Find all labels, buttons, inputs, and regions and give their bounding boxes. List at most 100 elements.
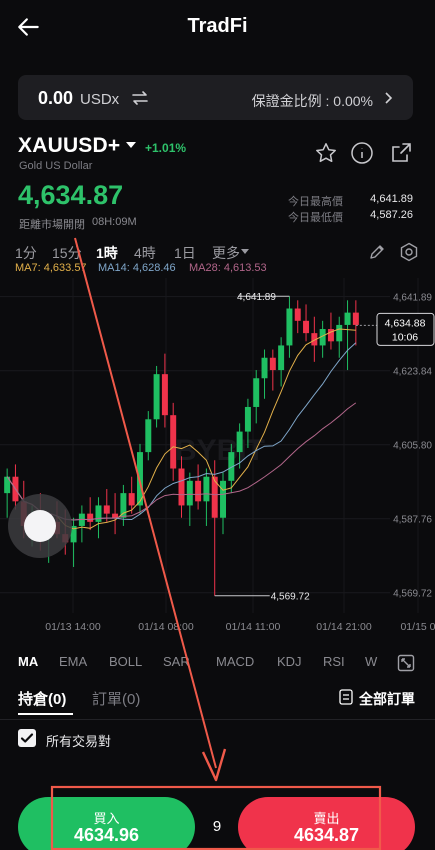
candle-body	[294, 308, 301, 321]
x-tick-label: 01/14 08:00	[138, 621, 194, 633]
symbol-change: +1.01%	[145, 141, 187, 155]
candle-body	[220, 480, 227, 518]
low-marker-label: 4,569.72	[271, 592, 310, 603]
floating-assist-inner	[24, 510, 56, 542]
annotation-arrowhead	[201, 748, 227, 782]
candle-body	[195, 480, 202, 502]
info-icon[interactable]	[350, 141, 374, 165]
swap-icon[interactable]	[130, 88, 150, 108]
candle-body	[103, 505, 110, 514]
timeframe-1h[interactable]: 1時	[96, 243, 118, 263]
candle-body	[186, 480, 193, 506]
y-tick-label: 4,605.80	[393, 441, 432, 452]
star-icon[interactable]	[314, 141, 338, 165]
day-low-label: 今日最低價	[288, 212, 343, 224]
candle-body	[269, 357, 276, 371]
x-tick-label: 01/15 0	[400, 621, 435, 633]
symbol-name[interactable]: XAUUSD+	[18, 134, 120, 158]
ma14-legend: MA14: 4,628.46	[98, 262, 176, 274]
candle-body	[244, 406, 251, 432]
timeframe-1d[interactable]: 1日	[174, 243, 196, 263]
symbol-subtitle: Gold US Dollar	[19, 160, 93, 172]
candle-body	[278, 345, 285, 371]
current-price-label: 4,634.88	[385, 317, 426, 329]
high-marker-label: 4,641.89	[237, 292, 276, 303]
candle-body	[145, 419, 152, 453]
page-title: TradFi	[187, 15, 248, 37]
indicator-ema[interactable]: EMA	[59, 654, 87, 669]
candle-body	[128, 493, 135, 506]
candle-body	[120, 493, 127, 518]
candle-body	[236, 431, 243, 453]
day-high-label: 今日最高價	[288, 196, 343, 208]
x-tick-label: 01/13 14:00	[45, 621, 101, 633]
candle-body	[178, 468, 185, 506]
candle-body	[261, 357, 268, 379]
timeframe-1m[interactable]: 1分	[15, 243, 37, 263]
indicator-macd[interactable]: MACD	[216, 654, 254, 669]
y-tick-label: 4,587.76	[393, 515, 432, 526]
indicator-sar[interactable]: SAR	[163, 654, 190, 669]
account-balance-bar[interactable]: 0.00 USDx 保證金比例 : 0.00%	[18, 75, 413, 120]
expand-icon[interactable]	[397, 654, 415, 672]
more-caret-icon	[241, 249, 249, 254]
checkmark-icon	[20, 733, 34, 743]
day-low-value: 4,587.26	[370, 209, 413, 221]
x-tick-label: 01/14 11:00	[226, 621, 281, 633]
sell-price: 4634.87	[293, 825, 360, 845]
candle-body	[336, 324, 343, 342]
chevron-right-icon[interactable]	[383, 90, 395, 106]
all-orders-link[interactable]: 全部訂單	[359, 689, 415, 709]
lot-size[interactable]: 9	[196, 818, 238, 835]
candle-body	[286, 308, 293, 346]
settings-icon[interactable]	[399, 242, 419, 262]
timeframe-4h[interactable]: 4時	[134, 243, 156, 263]
price-chart[interactable]: 4,641.89 4,623.84 4,605.80 4,587.76 4,569.72…	[0, 278, 435, 638]
ma7-legend: MA7: 4,633.57	[15, 262, 87, 274]
timeframe-more[interactable]: 更多	[212, 243, 240, 263]
balance-amount: 0.00	[38, 88, 74, 108]
market-status-label: 距離市場開閉	[19, 219, 85, 231]
indicator-kdj[interactable]: KDJ	[277, 654, 302, 669]
indicator-rsi[interactable]: RSI	[323, 654, 345, 669]
buy-button[interactable]: 買入 4634.96	[18, 797, 195, 850]
header: TradFi	[0, 0, 435, 60]
current-time-label: 10:06	[392, 331, 418, 343]
ma28-legend: MA28: 4,613.53	[189, 262, 267, 274]
candle-body	[344, 312, 351, 325]
x-tick-label: 01/14 21:00	[316, 621, 372, 633]
timeframe-15m[interactable]: 15分	[52, 243, 82, 263]
balance-unit: USDx	[80, 91, 120, 108]
last-price: 4,634.87	[18, 180, 124, 210]
tab-underline	[18, 713, 73, 715]
all-pairs-label: 所有交易對	[46, 734, 112, 749]
sell-button[interactable]: 賣出 4634.87	[238, 797, 415, 850]
indicator-boll[interactable]: BOLL	[109, 654, 142, 669]
candle-body	[170, 415, 177, 469]
margin-ratio-label: 保證金比例 : 0.00%	[251, 93, 373, 109]
market-countdown: 08H:09M	[92, 216, 137, 228]
tab-positions[interactable]: 持倉(0)	[18, 688, 66, 709]
share-icon[interactable]	[389, 141, 413, 165]
watermark: BYBIT	[175, 434, 265, 467]
candle-body	[203, 476, 210, 502]
tab-orders[interactable]: 訂單(0)	[92, 688, 140, 709]
indicator-ma[interactable]: MA	[18, 654, 38, 669]
day-high-value: 4,641.89	[370, 193, 413, 205]
buy-price: 4634.96	[73, 825, 140, 845]
symbol-dropdown-icon[interactable]	[126, 142, 136, 148]
indicator-w[interactable]: W	[365, 654, 377, 669]
y-tick-label: 4,623.84	[393, 367, 432, 378]
candle-body	[87, 513, 94, 522]
all-pairs-checkbox[interactable]	[18, 729, 36, 747]
candle-body	[253, 378, 260, 407]
y-tick-label: 4,641.89	[393, 293, 432, 304]
floating-assist-button[interactable]	[8, 494, 72, 558]
candle-body	[161, 374, 168, 416]
y-tick-label: 4,569.72	[393, 589, 432, 600]
candle-body	[95, 505, 102, 522]
orders-list-icon[interactable]	[339, 689, 353, 705]
tabs-divider	[0, 719, 435, 720]
candle-body	[303, 320, 310, 334]
pencil-icon[interactable]	[368, 243, 386, 261]
